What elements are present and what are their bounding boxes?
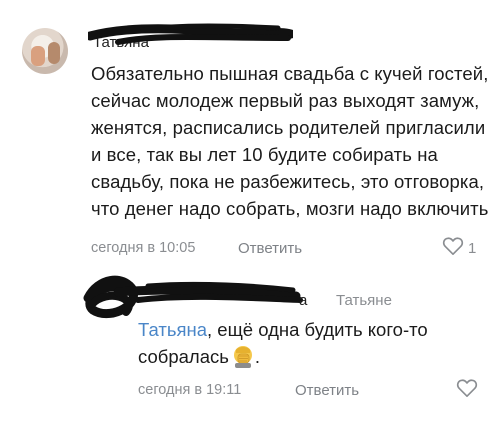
reply-button[interactable]: Ответить — [295, 382, 359, 399]
comment-author[interactable]: а — [299, 292, 307, 309]
like-heart-icon[interactable] — [456, 378, 478, 398]
reply-to-name[interactable]: Татьяне — [336, 292, 392, 309]
mention-link[interactable]: Татьяна — [138, 319, 207, 340]
reply-button[interactable]: Ответить — [238, 240, 302, 257]
like-heart-icon[interactable] — [442, 236, 464, 256]
comment-text-part: . — [254, 346, 261, 367]
comment-timestamp: сегодня в 10:05 — [91, 240, 196, 256]
avatar-figure — [31, 46, 45, 66]
comment-text-part: , ещё одна будить кого-то — [207, 319, 428, 340]
facepalm-emoji-icon — [233, 346, 252, 368]
avatar-figure — [48, 42, 60, 64]
like-count: 1 — [468, 240, 477, 257]
avatar[interactable] — [22, 28, 68, 74]
comment-timestamp: сегодня в 19:11 — [138, 382, 242, 398]
comment-text: Обязательно пышная свадьба с кучей госте… — [91, 63, 489, 219]
comment-text: Татьяна, ещё одна будить кого-то собрала… — [138, 316, 488, 370]
comment-text-part: собралась — [138, 346, 229, 367]
redaction-scribble — [88, 23, 293, 45]
